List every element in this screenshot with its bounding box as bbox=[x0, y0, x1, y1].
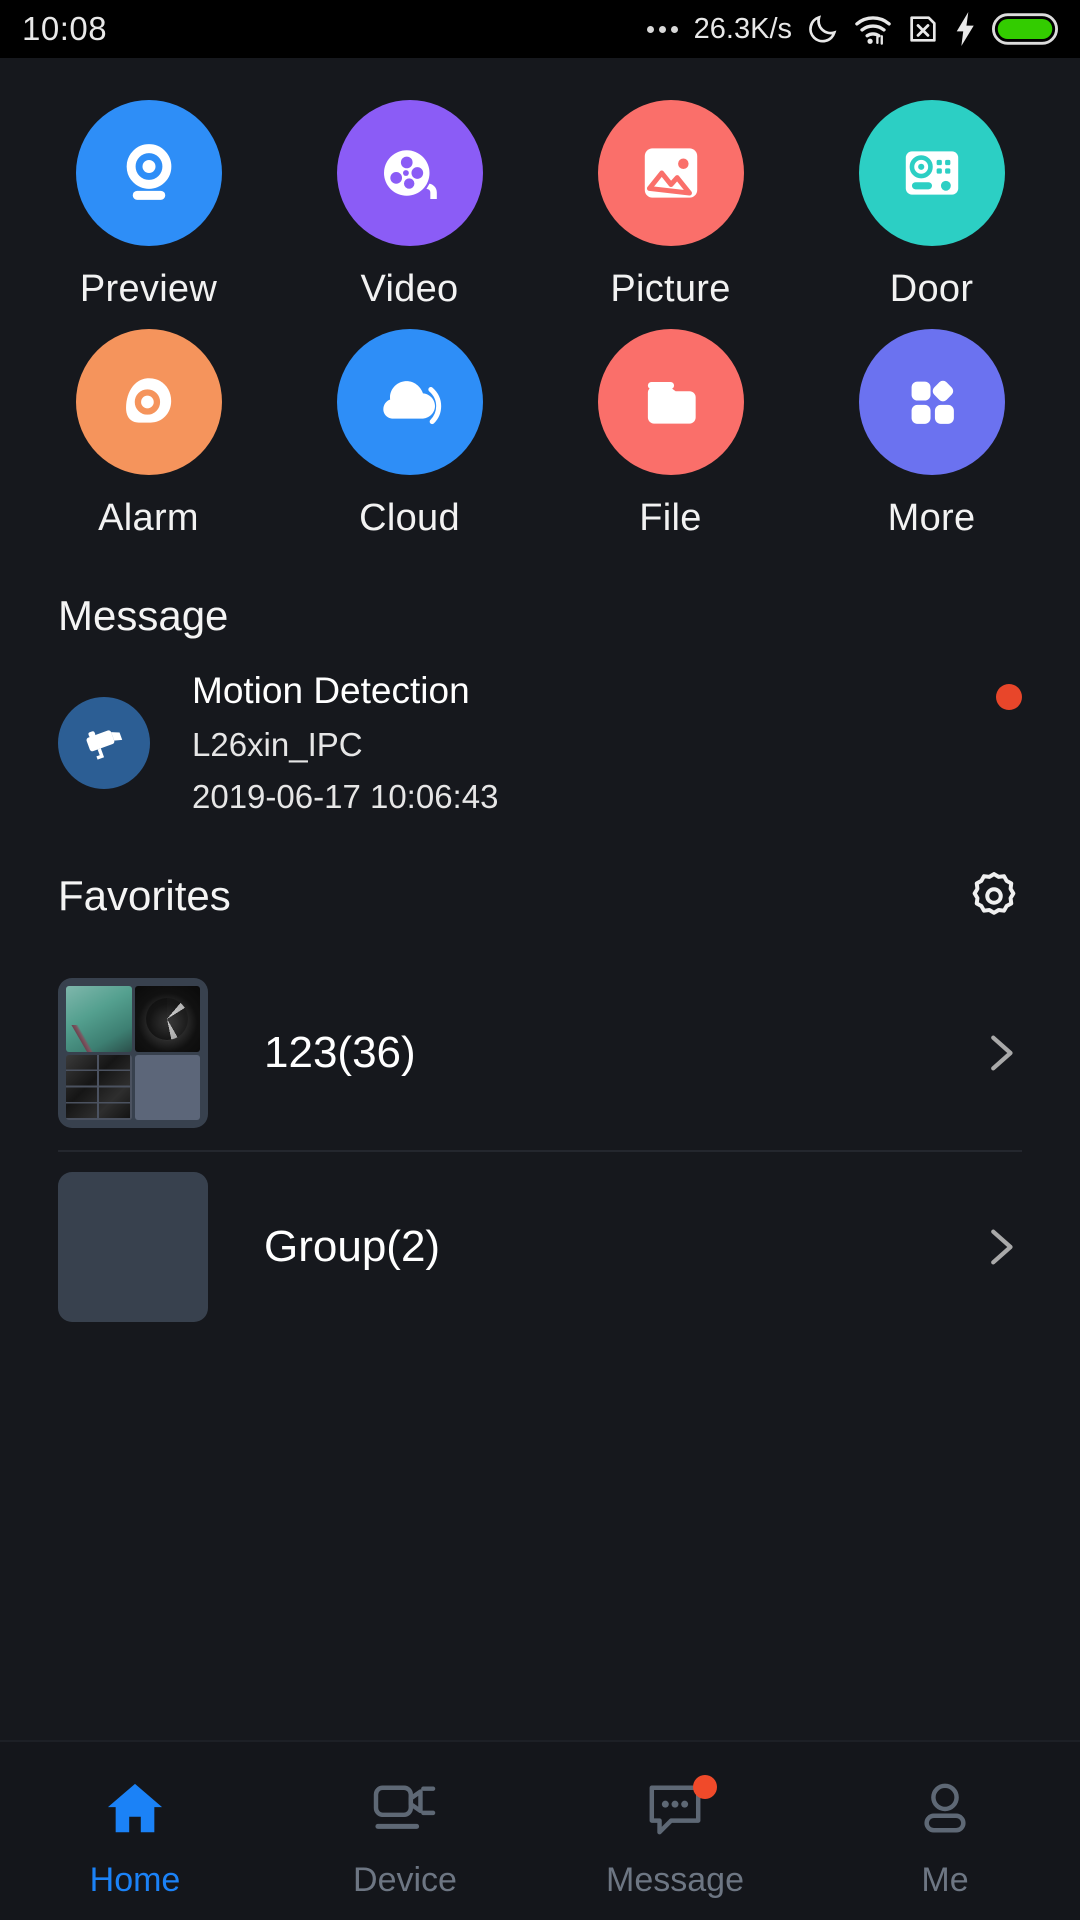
grid-item-video[interactable]: Video bbox=[279, 100, 540, 311]
grid-item-file[interactable]: File bbox=[540, 329, 801, 540]
gear-icon[interactable] bbox=[966, 868, 1022, 924]
home-screen: Preview Video Picture Door Alarm Cloud F… bbox=[0, 58, 1080, 1920]
cloud-icon bbox=[336, 329, 483, 475]
feature-grid: Preview Video Picture Door Alarm Cloud F… bbox=[0, 58, 1080, 540]
folder-icon bbox=[597, 329, 744, 475]
camera-grid-thumbnail bbox=[58, 978, 208, 1128]
grid-item-label: Picture bbox=[610, 268, 731, 310]
tab-device[interactable]: Device bbox=[270, 1742, 540, 1920]
grid-item-label: Preview bbox=[79, 268, 218, 310]
tab-message[interactable]: Message bbox=[540, 1742, 810, 1920]
favorites-list-item[interactable]: Group(2) bbox=[0, 1150, 1080, 1344]
status-bar-clock: 10:08 bbox=[22, 10, 108, 47]
chevron-right-icon[interactable] bbox=[976, 1030, 1022, 1076]
grid-item-preview[interactable]: Preview bbox=[18, 100, 279, 311]
grid-item-picture[interactable]: Picture bbox=[540, 100, 801, 311]
bottom-tab-bar: Home Device Message Me bbox=[0, 1740, 1080, 1920]
message-section-title: Message bbox=[58, 592, 229, 639]
network-speed-label: 26.3K/s bbox=[693, 12, 792, 45]
wifi-icon bbox=[854, 12, 892, 46]
tab-me[interactable]: Me bbox=[810, 1742, 1080, 1920]
video-device-icon bbox=[372, 1777, 438, 1841]
grid-item-label: Video bbox=[360, 268, 459, 310]
grid-item-label: Alarm bbox=[98, 497, 199, 539]
grid-item-door[interactable]: Door bbox=[801, 100, 1062, 311]
grid-item-label: More bbox=[887, 497, 976, 539]
grid-item-alarm[interactable]: Alarm bbox=[18, 329, 279, 540]
tab-label: Device bbox=[353, 1860, 457, 1899]
webcam-icon bbox=[75, 100, 222, 246]
favorites-item-name: Group(2) bbox=[264, 1222, 441, 1271]
message-list-item[interactable]: Motion Detection L26xin_IPC 2019-06-17 1… bbox=[0, 670, 1080, 816]
grid-item-label: File bbox=[639, 497, 702, 539]
film-reel-icon bbox=[336, 100, 483, 246]
more-dots-icon bbox=[646, 25, 678, 33]
moon-icon bbox=[806, 12, 840, 46]
tab-label: Message bbox=[606, 1860, 744, 1899]
message-section-header: Message bbox=[0, 592, 1080, 640]
message-title: Motion Detection bbox=[192, 670, 470, 711]
message-timestamp: 2019-06-17 10:06:43 bbox=[192, 778, 499, 815]
tab-label: Me bbox=[921, 1860, 969, 1899]
cctv-camera-icon bbox=[58, 697, 150, 789]
person-icon bbox=[916, 1777, 974, 1841]
tab-home[interactable]: Home bbox=[0, 1742, 270, 1920]
home-icon bbox=[104, 1777, 166, 1841]
image-icon bbox=[597, 100, 744, 246]
sim-card-off-icon bbox=[906, 12, 940, 46]
favorites-item-name: 123(36) bbox=[264, 1028, 416, 1077]
battery-icon bbox=[992, 13, 1058, 45]
favorites-section-header: Favorites bbox=[0, 868, 1080, 924]
status-bar: 10:08 26.3K/s bbox=[0, 0, 1080, 58]
grid-item-cloud[interactable]: Cloud bbox=[279, 329, 540, 540]
message-tab-badge bbox=[693, 1774, 717, 1799]
tab-label: Home bbox=[89, 1860, 181, 1899]
chat-bubble-icon bbox=[643, 1774, 717, 1841]
favorites-list-item[interactable]: 123(36) bbox=[0, 956, 1080, 1150]
grid-item-label: Cloud bbox=[359, 497, 460, 539]
charging-bolt-icon bbox=[954, 12, 978, 46]
status-bar-icons: 26.3K/s bbox=[646, 12, 1058, 46]
favorites-list: 123(36) Group(2) bbox=[0, 956, 1080, 1344]
chevron-right-icon[interactable] bbox=[976, 1224, 1022, 1270]
grid-item-more[interactable]: More bbox=[801, 329, 1062, 540]
message-unread-dot bbox=[996, 684, 1022, 710]
grid-apps-icon bbox=[858, 329, 1005, 475]
grid-item-label: Door bbox=[889, 268, 974, 310]
message-device-name: L26xin_IPC bbox=[192, 726, 363, 763]
message-text-block: Motion Detection L26xin_IPC 2019-06-17 1… bbox=[192, 670, 498, 816]
alarm-eye-icon bbox=[75, 329, 222, 475]
favorites-section-title: Favorites bbox=[58, 872, 231, 919]
doorbell-panel-icon bbox=[858, 100, 1005, 246]
camera-pair-thumbnail bbox=[58, 1172, 208, 1322]
